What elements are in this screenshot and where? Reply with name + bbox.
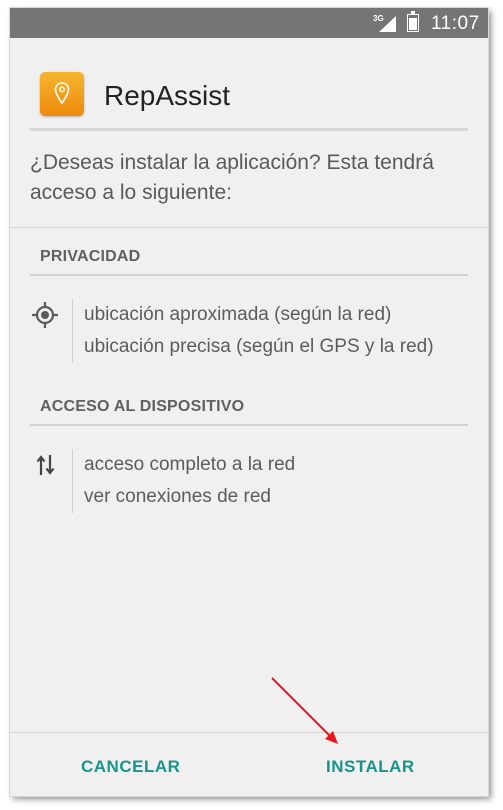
status-bar: 3G 11:07 <box>10 8 488 38</box>
install-question: ¿Deseas instalar la aplicación? Esta ten… <box>30 151 434 204</box>
permission-item: ubicación aproximada (según la red) <box>84 304 392 325</box>
location-target-icon <box>32 302 58 328</box>
signal-icon <box>379 16 396 32</box>
footer-divider <box>10 732 488 733</box>
section-title-device-access: ACCESO AL DISPOSITIVO <box>40 398 245 415</box>
permission-item: ubicación precisa (según el GPS y la red… <box>84 336 434 357</box>
status-time: 11:07 <box>431 13 480 34</box>
section-divider <box>30 424 468 426</box>
install-dialog: 3G 11:07 RepAssist ¿Deseas instalar la a… <box>10 8 488 796</box>
header-divider <box>30 128 468 131</box>
app-icon <box>40 72 84 116</box>
permission-list-device: acceso completo a la red ver conexiones … <box>84 449 295 513</box>
cancel-button[interactable]: CANCELAR <box>81 752 180 782</box>
section-title-privacy: PRIVACIDAD <box>40 248 141 265</box>
section-divider <box>30 274 468 276</box>
annotation-arrow <box>271 677 338 744</box>
battery-icon <box>407 11 419 32</box>
app-name: RepAssist <box>104 80 231 111</box>
divider <box>10 227 488 228</box>
permission-list-privacy: ubicación aproximada (según la red) ubic… <box>84 299 434 363</box>
permission-item: acceso completo a la red <box>84 454 296 475</box>
install-button[interactable]: INSTALAR <box>326 752 415 782</box>
map-pin-icon <box>54 82 70 105</box>
permission-divider <box>72 449 73 513</box>
data-transfer-icon <box>36 455 55 475</box>
permission-divider <box>72 299 73 363</box>
permission-item: ver conexiones de red <box>84 486 271 507</box>
